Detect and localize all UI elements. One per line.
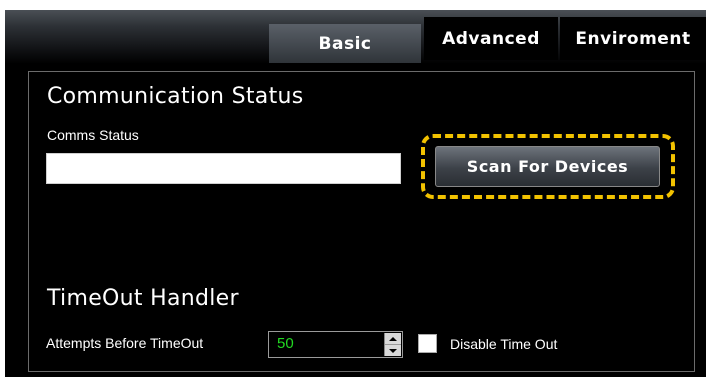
attempts-value[interactable]: 50 <box>277 335 294 352</box>
disable-timeout-checkbox[interactable] <box>418 334 437 353</box>
disable-timeout-label: Disable Time Out <box>450 336 558 352</box>
chevron-up-icon <box>389 336 397 341</box>
attempts-stepper[interactable]: 50 <box>268 331 403 358</box>
tab-basic[interactable]: Basic <box>269 24 421 64</box>
stepper-up-button[interactable] <box>385 333 401 345</box>
tab-advanced[interactable]: Advanced <box>424 17 558 60</box>
tab-enviroment[interactable]: Enviroment <box>560 17 706 60</box>
communication-status-heading: Communication Status <box>47 84 304 109</box>
app-window: Basic Advanced Enviroment Communication … <box>0 0 706 387</box>
attempts-before-timeout-label: Attempts Before TimeOut <box>46 335 204 351</box>
comms-status-label: Comms Status <box>47 127 139 143</box>
chevron-down-icon <box>389 348 397 353</box>
settings-groupbox <box>28 71 695 372</box>
timeout-handler-heading: TimeOut Handler <box>47 286 239 311</box>
stepper-down-button[interactable] <box>385 345 401 356</box>
basic-panel: Communication Status Comms Status Scan F… <box>5 64 706 377</box>
comms-status-field[interactable] <box>46 153 401 184</box>
scan-for-devices-button[interactable]: Scan For Devices <box>435 146 660 187</box>
stepper-buttons <box>384 333 401 356</box>
